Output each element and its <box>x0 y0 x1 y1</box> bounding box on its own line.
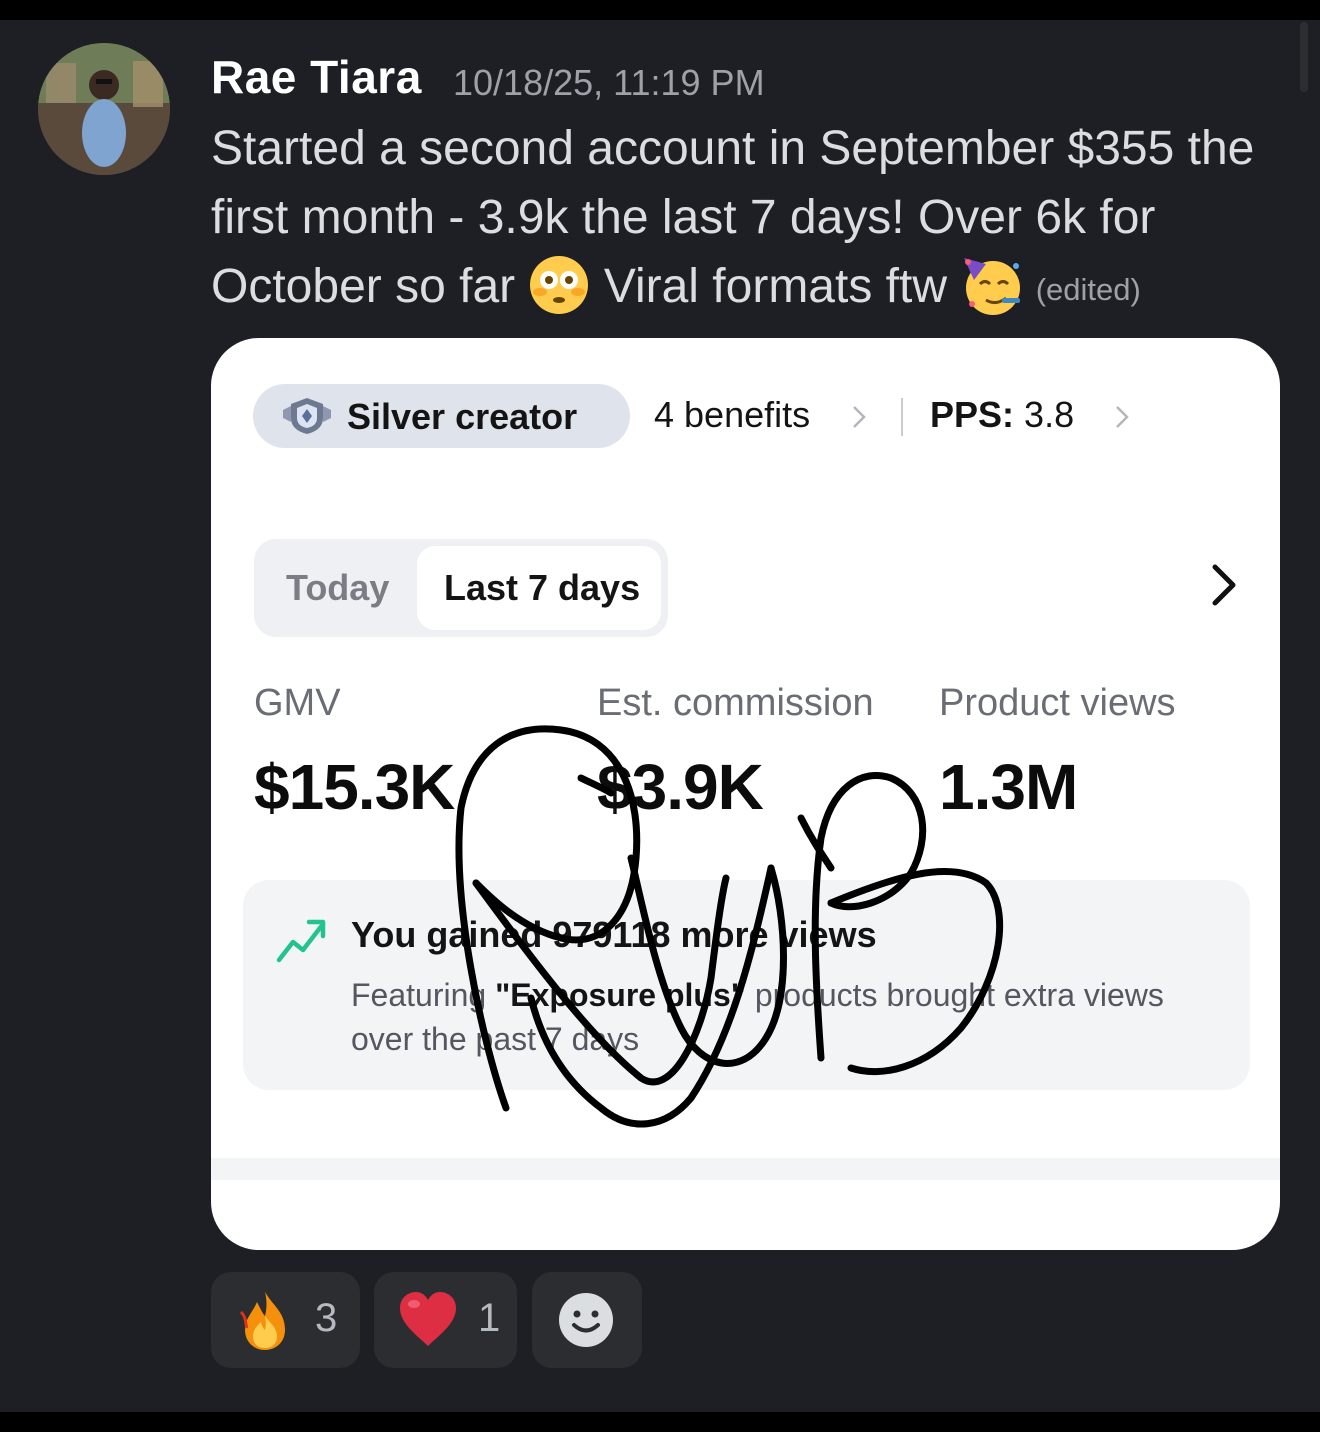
scrollbar-thumb[interactable] <box>1300 22 1308 92</box>
message-text: Started a second account in September $3… <box>211 114 1291 324</box>
reaction-fire-count: 3 <box>315 1296 338 1340</box>
chevron-right-icon <box>1116 406 1129 428</box>
red-heart-icon <box>400 1292 456 1346</box>
partying-face-emoji-icon <box>960 254 1022 316</box>
trending-up-icon <box>276 919 326 963</box>
pps-label: PPS: <box>930 394 1015 435</box>
bottom-edge <box>0 1412 1320 1432</box>
flushed-face-emoji-icon <box>528 254 590 316</box>
info-text: Featuring "Exposure plus" products broug… <box>351 973 1181 1061</box>
fire-icon <box>239 1292 285 1350</box>
edited-label: (edited) <box>1035 271 1141 307</box>
tier-label: Silver creator <box>347 396 578 437</box>
stat-label-commission: Est. commission <box>597 682 874 724</box>
info-text-bold: "Exposure plus" <box>495 977 746 1013</box>
views-info-card: You gained 979118 more views Featuring "… <box>243 880 1250 1090</box>
shield-icon <box>283 398 331 434</box>
info-text-prefix: Featuring <box>351 977 487 1013</box>
message-text-part2: Viral formats ftw <box>603 260 948 313</box>
image-attachment[interactable]: Silver creator 4 benefits PPS: 3.8 Today… <box>211 338 1280 1250</box>
pps-link[interactable]: PPS: 3.8 <box>930 394 1074 436</box>
reaction-fire[interactable]: 3 <box>211 1272 360 1368</box>
tab-last-7-days[interactable]: Last 7 days <box>417 546 661 630</box>
user-avatar[interactable] <box>38 43 170 175</box>
chevron-right-icon[interactable] <box>1209 562 1239 608</box>
stat-value-commission: $3.9K <box>597 751 764 823</box>
period-tabs: Today Last 7 days <box>254 539 668 637</box>
stat-label-views: Product views <box>939 682 1176 724</box>
smiley-add-icon <box>559 1293 613 1347</box>
add-reaction-button[interactable] <box>532 1272 642 1368</box>
message-timestamp[interactable]: 10/18/25, 11:19 PM <box>453 62 765 104</box>
stat-label-gmv: GMV <box>254 682 341 724</box>
divider <box>901 398 903 436</box>
author-name[interactable]: Rae Tiara <box>211 50 422 104</box>
card-footer-band <box>211 1158 1280 1180</box>
pps-value: 3.8 <box>1024 394 1075 435</box>
tab-today[interactable]: Today <box>286 567 389 609</box>
benefits-link[interactable]: 4 benefits <box>654 394 810 436</box>
reaction-heart[interactable]: 1 <box>374 1272 517 1368</box>
top-edge <box>0 0 1320 20</box>
tier-badge[interactable]: Silver creator <box>253 384 630 448</box>
chevron-right-icon <box>853 406 866 428</box>
info-title: You gained 979118 more views <box>351 914 877 955</box>
stat-value-gmv: $15.3K <box>254 751 455 823</box>
stat-value-views: 1.3M <box>939 751 1078 823</box>
reaction-heart-count: 1 <box>478 1296 501 1340</box>
tab-last-7-days-label: Last 7 days <box>444 567 641 608</box>
